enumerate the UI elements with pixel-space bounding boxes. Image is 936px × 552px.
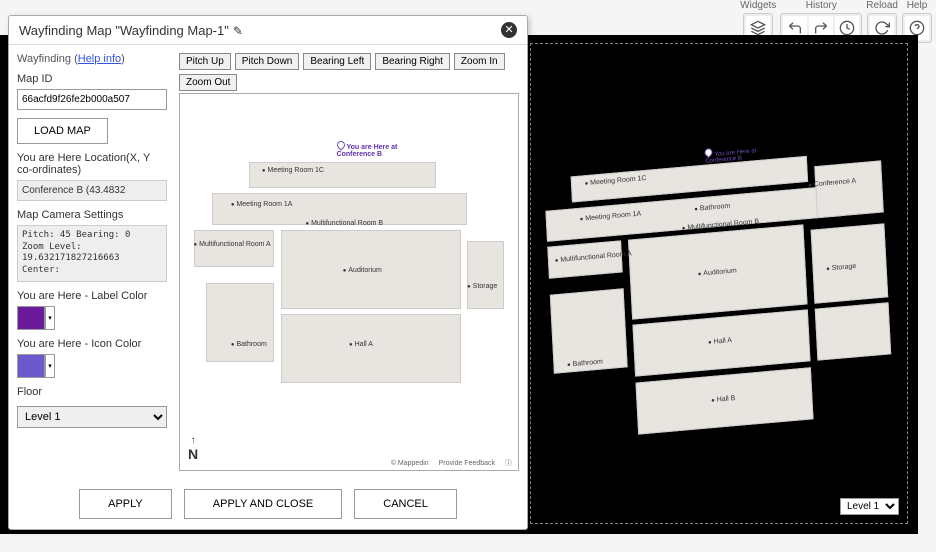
you-here-location-value: Conference B (43.4832 <box>17 180 167 201</box>
help-link[interactable]: Help info <box>78 53 121 65</box>
info-icon[interactable]: ⓘ <box>505 460 512 467</box>
reload-label: Reload <box>866 0 898 11</box>
icon-color-label: You are Here - Icon Color <box>17 338 167 350</box>
camera-settings-label: Map Camera Settings <box>17 209 167 221</box>
compass-icon: N <box>188 435 198 462</box>
bearing-right-button[interactable]: Bearing Right <box>375 53 450 70</box>
pitch-down-button[interactable]: Pitch Down <box>235 53 300 70</box>
dialog-header: Wayfinding Map "Wayfinding Map-1"✎ ✕ <box>9 16 527 45</box>
floor-select[interactable]: Level 1 <box>17 406 167 428</box>
map-controls: Pitch Up Pitch Down Bearing Left Bearing… <box>179 53 519 91</box>
you-here-preview: You are Here at Conference B <box>337 141 398 158</box>
help-icon <box>909 20 925 36</box>
layers-icon <box>750 20 766 36</box>
redo-icon <box>813 20 829 36</box>
help-label: Help <box>907 0 928 11</box>
room-label: Auditorium <box>343 267 382 274</box>
icon-color-dropdown[interactable]: ▾ <box>45 354 55 378</box>
room-label: Multifunctional Room B <box>305 220 383 227</box>
undo-icon <box>787 20 803 36</box>
widgets-label: Widgets <box>740 0 776 11</box>
section-title: Wayfinding (Help info) <box>17 53 167 65</box>
label-color-label: You are Here - Label Color <box>17 290 167 302</box>
history-label: History <box>806 0 837 11</box>
camera-settings-value: Pitch: 45 Bearing: 0 Zoom Level: 19.6321… <box>17 225 167 282</box>
pitch-up-button[interactable]: Pitch Up <box>179 53 231 70</box>
room-label: Hall A <box>349 341 373 348</box>
pin-icon <box>703 147 714 158</box>
icon-color-swatch[interactable] <box>17 354 45 378</box>
widget-bounds[interactable]: Meeting Room 1C Meeting Room 1A Conferen… <box>530 43 908 524</box>
zoom-in-button[interactable]: Zoom In <box>454 53 505 70</box>
clock-icon <box>839 20 855 36</box>
room-label: Meeting Room 1C <box>262 167 324 174</box>
room-label: Multifunctional Room A <box>194 241 271 248</box>
cancel-button[interactable]: CANCEL <box>354 489 457 519</box>
you-here-location-label: You are Here Location(X, Y co-ordinates) <box>17 152 167 176</box>
close-button[interactable]: ✕ <box>501 22 517 38</box>
bearing-left-button[interactable]: Bearing Left <box>303 53 371 70</box>
dialog-title: Wayfinding Map "Wayfinding Map-1"✎ <box>19 23 243 38</box>
label-color-dropdown[interactable]: ▾ <box>45 306 55 330</box>
apply-button[interactable]: APPLY <box>79 489 172 519</box>
wayfinding-dialog: Wayfinding Map "Wayfinding Map-1"✎ ✕ Way… <box>8 15 528 530</box>
label-color-swatch[interactable] <box>17 306 45 330</box>
map-large[interactable]: Meeting Room 1C Meeting Room 1A Conferen… <box>544 149 895 442</box>
feedback-link[interactable]: Provide Feedback <box>439 460 495 467</box>
settings-panel: Wayfinding (Help info) Map ID LOAD MAP Y… <box>9 45 171 479</box>
dialog-footer: APPLY APPLY AND CLOSE CANCEL <box>9 479 527 529</box>
level-select-canvas[interactable]: Level 1 <box>840 498 899 515</box>
room-label: Storage <box>467 283 497 290</box>
pin-icon <box>335 139 346 150</box>
map-credit: © Mappedin <box>391 460 429 467</box>
reload-icon <box>874 20 890 36</box>
apply-close-button[interactable]: APPLY AND CLOSE <box>184 489 342 519</box>
zoom-out-button[interactable]: Zoom Out <box>179 74 237 91</box>
preview-panel: Pitch Up Pitch Down Bearing Left Bearing… <box>171 45 527 479</box>
room-label: Bathroom <box>231 341 267 348</box>
room-label: Meeting Room 1A <box>231 201 293 208</box>
edit-title-icon[interactable]: ✎ <box>233 24 243 38</box>
map-id-input[interactable] <box>17 89 167 110</box>
map-id-label: Map ID <box>17 73 167 85</box>
preview-footer: © Mappedin Provide Feedback ⓘ <box>383 458 512 468</box>
load-map-button[interactable]: LOAD MAP <box>17 118 108 144</box>
floor-label: Floor <box>17 386 167 398</box>
map-preview[interactable]: Meeting Room 1C Meeting Room 1A Multifun… <box>179 93 519 471</box>
